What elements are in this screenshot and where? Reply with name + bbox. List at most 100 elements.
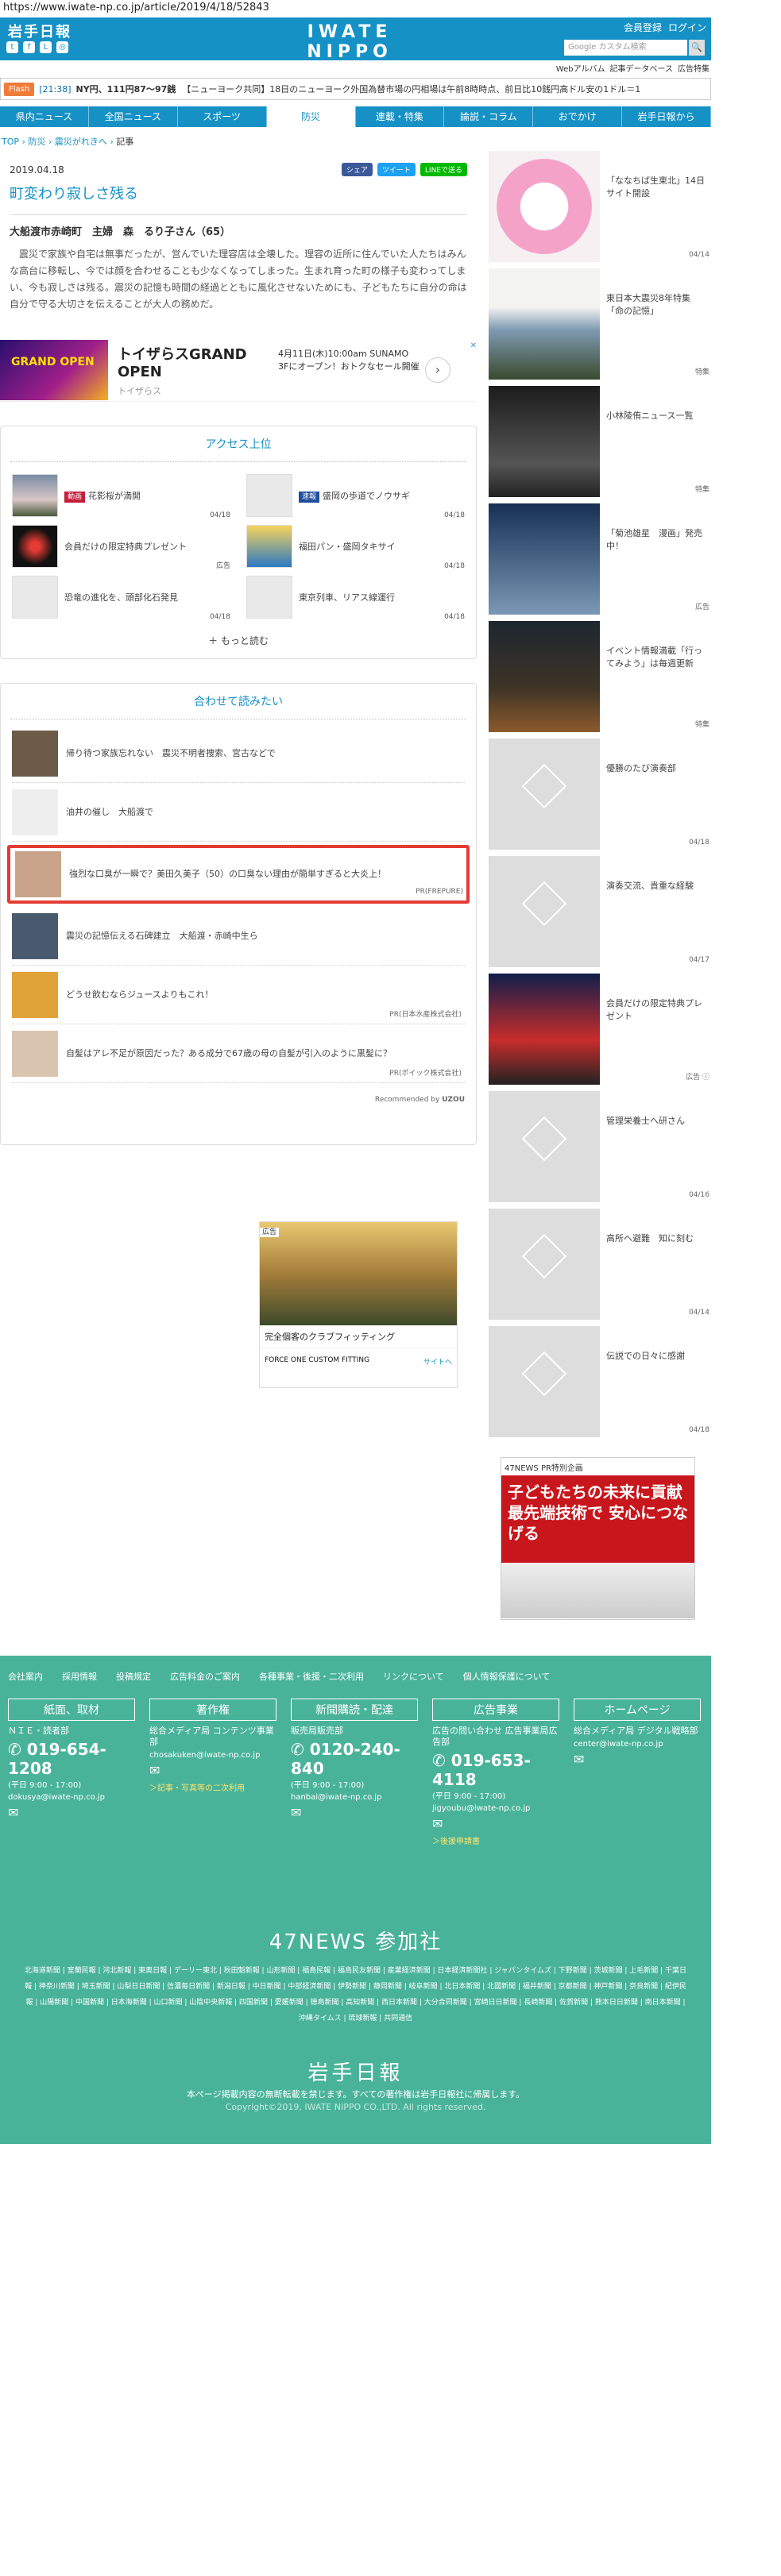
ranking-thumb[interactable] <box>12 525 58 568</box>
sidebar-thumb[interactable] <box>489 1209 600 1320</box>
footer-link[interactable]: 採用情報 <box>62 1670 97 1683</box>
breadcrumb-bousai[interactable]: 防災 <box>28 137 45 147</box>
recommend-item[interactable]: 油井の催し 大船渡で <box>12 783 465 842</box>
flash-news[interactable]: Flash [21:38] NY円、111円87～97銭 【ニューヨーク共同】1… <box>0 78 711 100</box>
ranking-item[interactable]: 福田パン・盛岡タキサイ 04/18 <box>246 521 465 572</box>
search-input[interactable]: Google カスタム検索 <box>564 40 687 56</box>
square-ad[interactable]: 広告 完全個客のクラブフィッティング FORCE ONE CUSTOM FITT… <box>259 1221 458 1388</box>
sidebar-item[interactable]: 伝説での日々に感謝 04/18 <box>489 1326 711 1437</box>
uzou-logo[interactable]: UZOU <box>442 1096 465 1104</box>
golf-ad-caption[interactable]: 完全個客のクラブフィッティング <box>260 1325 457 1348</box>
email-address[interactable]: chosakuken@iwate-np.co.jp <box>149 1751 276 1760</box>
sidebar-item[interactable]: 「菊池雄星 漫画」発売中！ 広告 <box>489 503 711 615</box>
search-icon[interactable]: 🔍 <box>689 40 705 56</box>
email-address[interactable]: jigyoubu@iwate-np.co.jp <box>432 1804 559 1813</box>
sidebar-item[interactable]: 演奏交流、貴重な経験 04/17 <box>489 856 711 967</box>
footer-link[interactable]: 会社案内 <box>8 1670 43 1683</box>
ranking-item[interactable]: 東京列車、リアス線運行 04/18 <box>246 572 465 623</box>
facebook-icon[interactable]: f <box>23 41 35 53</box>
site-logo[interactable]: 岩手日報 <box>8 21 72 41</box>
nav-item[interactable]: スポーツ <box>178 106 267 127</box>
sidebar-item[interactable]: イベント情報満載「行ってみよう」は毎週更新 特集 <box>489 621 711 732</box>
mail-icon[interactable]: ✉ <box>8 1805 135 1820</box>
footer-col-link[interactable]: ＞後援申請書 <box>432 1834 559 1846</box>
recommend-thumb[interactable] <box>12 971 58 1018</box>
facebook-share-button[interactable]: シェア <box>341 163 373 176</box>
site-link[interactable]: サイトへ <box>423 1356 452 1367</box>
breadcrumb-top[interactable]: TOP <box>2 137 19 147</box>
ad-description[interactable]: 4月11日(木)10:00am SUNAMO 3Fにオープン！おトクなセール開催 <box>278 348 421 373</box>
ad-title[interactable]: トイザらスGRAND OPEN <box>118 346 269 381</box>
ranking-item[interactable]: 会員だけの限定特典プレゼント 広告 <box>12 521 230 572</box>
recommend-item[interactable]: 強烈な口臭が一瞬で？美田久美子（50）の口臭ない理由が簡単すぎると大炎上！ PR(… <box>7 845 470 904</box>
recommend-text[interactable]: 強烈な口臭が一瞬で？美田久美子（50）の口臭ない理由が簡単すぎると大炎上！ <box>69 867 386 881</box>
recommend-item[interactable]: 帰り待つ家族忘れない 震災不明者捜索、宮古などで <box>12 724 465 783</box>
register-link[interactable]: 会員登録 <box>624 21 662 34</box>
sidebar-ad-photo[interactable] <box>501 1563 694 1618</box>
ad-banner[interactable]: GRAND OPEN トイザらスGRAND OPEN トイザらス 4月11日(木… <box>0 340 477 402</box>
phone-number[interactable]: ✆ 019-653-4118 <box>432 1751 559 1789</box>
footer-link[interactable]: 各種事業・後援・二次利用 <box>259 1670 364 1683</box>
nav-item[interactable]: おでかけ <box>533 106 623 127</box>
recommend-text[interactable]: 震災の記憶伝える石碑建立 大船渡・赤崎中生ら <box>66 929 258 943</box>
ranking-thumb[interactable] <box>246 525 292 568</box>
sidebar-text[interactable]: 「ななちば生東北」14日サイト開設 <box>600 151 711 262</box>
ranking-thumb[interactable] <box>12 474 58 517</box>
sidebar-text[interactable]: 小林陵侑ニュース一覧 <box>600 386 699 497</box>
sidebar-text[interactable]: 演奏交流、貴重な経験 <box>600 856 700 967</box>
sidebar-item[interactable]: 「ななちば生東北」14日サイト開設 04/14 <box>489 151 711 262</box>
ranking-thumb[interactable] <box>12 576 58 619</box>
email-address[interactable]: dokusya@iwate-np.co.jp <box>8 1793 135 1802</box>
sidebar-thumb[interactable] <box>489 974 600 1085</box>
recommend-thumb[interactable] <box>15 851 61 897</box>
partner-papers[interactable]: 北海道新聞 | 室蘭民報 | 河北新報 | 東奥日報 | デーリー東北 | 秋田… <box>0 1955 711 2034</box>
sidebar-thumb[interactable] <box>489 1326 600 1437</box>
recommend-text[interactable]: どうせ飲むならジュースよりもこれ！ <box>66 988 213 1002</box>
recommend-thumb[interactable] <box>12 730 58 777</box>
sidebar-thumb[interactable] <box>489 621 600 732</box>
ranking-item[interactable]: 動画 花影桜が満開 04/18 <box>12 470 230 521</box>
mail-icon[interactable]: ✉ <box>574 1752 701 1767</box>
footer-link[interactable]: 広告料金のご案内 <box>170 1670 240 1683</box>
footer-col-link[interactable]: ＞記事・写真等の二次利用 <box>149 1781 276 1793</box>
recommend-text[interactable]: 帰り待つ家族忘れない 震災不明者捜索、宮古などで <box>66 746 276 761</box>
line-icon[interactable]: L <box>40 41 52 53</box>
sidebar-text[interactable]: 管理栄養士へ研さん <box>600 1091 691 1202</box>
sidebar-text[interactable]: 東日本大震災8年特集「命の記憶」 <box>600 268 711 380</box>
more-button[interactable]: ＋ もっと読む <box>1 623 476 658</box>
sidebar-thumb[interactable] <box>489 856 600 967</box>
tweet-button[interactable]: ツイート <box>377 163 416 176</box>
sidebar-ad-headline[interactable]: 子どもたちの未来に貢献 最先端技術で 安心につなげる <box>501 1475 694 1563</box>
sidebar-item[interactable]: 東日本大震災8年特集「命の記憶」 特集 <box>489 268 711 380</box>
ranking-text[interactable]: 福田パン・盛岡タキサイ <box>299 542 396 552</box>
recommend-text[interactable]: 油井の催し 大船渡で <box>66 805 153 819</box>
sidebar-ad[interactable]: 47NEWS PR特別企画 子どもたちの未来に貢献 最先端技術で 安心につなげる <box>501 1457 695 1620</box>
ranking-item[interactable]: 恐竜の進化を、頭部化石発見 04/18 <box>12 572 230 623</box>
recommend-thumb[interactable] <box>12 1030 58 1077</box>
mail-icon[interactable]: ✉ <box>149 1763 276 1778</box>
nav-item[interactable]: 岩手日報から <box>622 106 711 127</box>
phone-number[interactable]: ✆ 019-654-1208 <box>8 1740 135 1778</box>
ranking-text[interactable]: 花影桜が満開 <box>88 491 141 501</box>
ranking-thumb[interactable] <box>246 474 292 517</box>
mail-icon[interactable]: ✉ <box>291 1805 418 1820</box>
chevron-right-icon[interactable]: › <box>425 357 450 383</box>
sidebar-item[interactable]: 小林陵侑ニュース一覧 特集 <box>489 386 711 497</box>
nav-item[interactable]: 連載・特集 <box>356 106 445 127</box>
login-link[interactable]: ログイン <box>668 21 706 34</box>
sidebar-text[interactable]: 高所へ避難 知に刻む <box>600 1209 700 1320</box>
nav-item[interactable]: 論説・コラム <box>444 106 534 127</box>
recommend-thumb[interactable] <box>12 912 58 959</box>
recommend-thumb[interactable] <box>12 789 58 835</box>
ranking-item[interactable]: 速報 盛岡の歩道でノウサギ 04/18 <box>246 470 465 521</box>
line-share-button[interactable]: LINEで送る <box>419 163 467 176</box>
email-address[interactable]: center@iwate-np.co.jp <box>574 1740 701 1749</box>
sidebar-text[interactable]: 伝説での日々に感謝 <box>600 1326 691 1437</box>
footer-link[interactable]: 投稿規定 <box>116 1670 151 1683</box>
sidebar-item[interactable]: 高所へ避難 知に刻む 04/14 <box>489 1209 711 1320</box>
sidebar-thumb[interactable] <box>489 1091 600 1202</box>
sidebar-item[interactable]: 会員だけの限定特典プレゼント 広告 ⓘ <box>489 974 711 1085</box>
sidebar-text[interactable]: イベント情報満載「行ってみよう」は毎週更新 <box>600 621 711 732</box>
nav-item[interactable]: 県内ニュース <box>0 106 89 127</box>
sidebar-thumb[interactable] <box>489 738 600 850</box>
